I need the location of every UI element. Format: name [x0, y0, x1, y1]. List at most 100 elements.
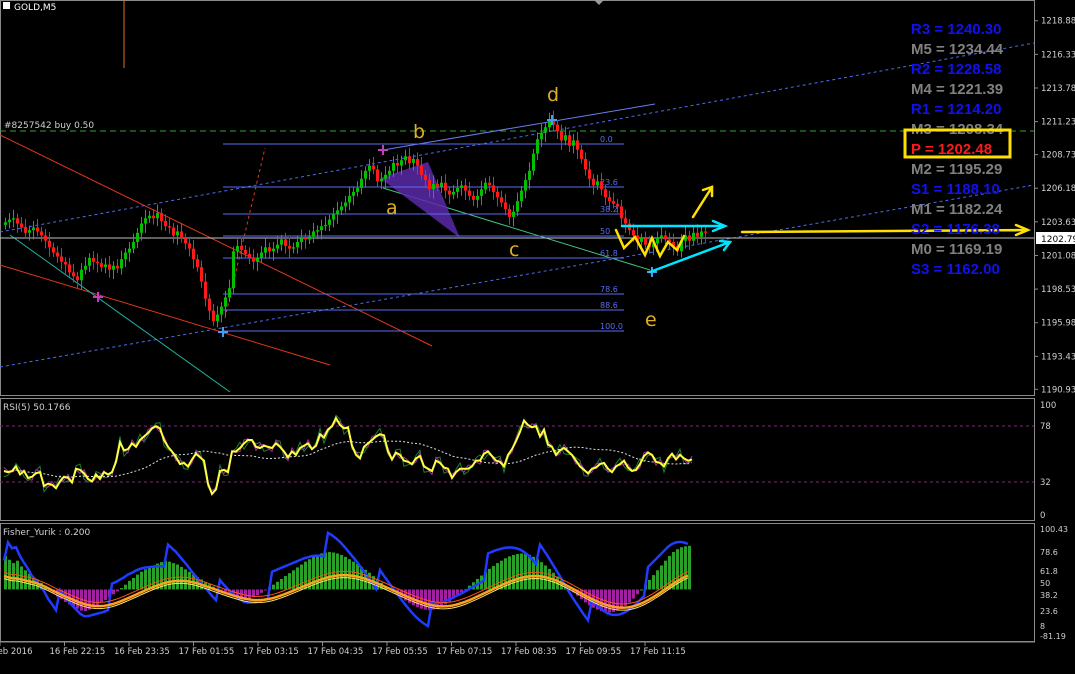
- fisher-tick: 100.43: [1040, 525, 1068, 534]
- price-chart[interactable]: 0.023.638.25061.878.688.6100.0 a b c d e…: [0, 0, 1075, 670]
- scroll-marker-icon[interactable]: [594, 0, 604, 5]
- time-tick-label: 17 Feb 11:15: [630, 647, 686, 657]
- pivot-level-label: P = 1202.48: [911, 141, 992, 158]
- candle-body: [12, 218, 15, 219]
- candle-body: [640, 238, 643, 242]
- time-tick-label: 16 Feb 22:15: [50, 647, 106, 657]
- fisher-bar: [168, 562, 171, 590]
- fisher-bar: [680, 547, 683, 589]
- candle-body: [128, 249, 131, 253]
- chart-menu-icon[interactable]: [3, 2, 10, 9]
- fisher-bar: [256, 589, 259, 595]
- candle-body: [472, 196, 475, 200]
- fisher-bar: [632, 589, 635, 598]
- fisher-bar: [520, 553, 523, 589]
- candle-body: [20, 224, 23, 228]
- fisher-bar: [416, 589, 419, 607]
- candle-body: [420, 166, 423, 175]
- fisher-tick: 78.6: [1040, 548, 1058, 557]
- candle-body: [444, 183, 447, 191]
- fisher-bar: [640, 589, 643, 590]
- up-arrow-icon: [693, 187, 712, 217]
- fisher-tick: 61.8: [1040, 567, 1058, 576]
- candle-body: [108, 264, 111, 269]
- candle-body: [52, 247, 55, 252]
- candle-body: [516, 201, 519, 212]
- candle-body: [612, 201, 615, 204]
- candle-body: [336, 210, 339, 214]
- candle-body: [460, 185, 463, 188]
- candle-body: [40, 231, 43, 235]
- candle-body: [132, 242, 135, 249]
- pivot-level-label: M1 = 1182.24: [911, 201, 1003, 218]
- candle-body: [212, 311, 215, 322]
- candle-body: [428, 180, 431, 189]
- candle-body: [568, 135, 571, 146]
- candle-body: [236, 246, 239, 251]
- candle-body: [540, 133, 543, 140]
- candle-body: [500, 197, 503, 202]
- price-tick-label: 1203.63: [1041, 218, 1075, 228]
- fisher-tick: 23.6: [1040, 607, 1058, 616]
- fisher-bar: [652, 575, 655, 589]
- candle-body: [96, 262, 99, 263]
- candle-body: [536, 139, 539, 154]
- candle-body: [388, 171, 391, 175]
- fisher-bar: [112, 589, 115, 594]
- candle-body: [412, 159, 415, 163]
- candle-body: [436, 184, 439, 187]
- fisher-bar: [648, 580, 651, 590]
- time-tick-label: 17 Feb 09:55: [566, 647, 622, 657]
- candle-body: [144, 218, 147, 223]
- pivot-level-label: M4 = 1221.39: [911, 81, 1003, 98]
- candle-body: [396, 163, 399, 166]
- candle-body: [352, 192, 355, 196]
- fisher-bar: [296, 567, 299, 589]
- candle-body: [136, 233, 139, 242]
- candle-body: [276, 245, 279, 249]
- fib-level-label: 78.6: [600, 285, 618, 294]
- candle-body: [124, 253, 127, 260]
- candle-body: [148, 216, 151, 219]
- rsi-main-line: [4, 418, 692, 494]
- candle-body: [28, 230, 31, 233]
- fisher-tick: 8: [1040, 622, 1045, 631]
- candle-body: [304, 238, 307, 239]
- rsi-label: RSI(5) 50.1766: [3, 403, 71, 413]
- candle-body: [196, 259, 199, 267]
- candle-body: [184, 238, 187, 243]
- candle-body: [208, 299, 211, 311]
- candle-body: [36, 228, 39, 232]
- pivot-level-label: R3 = 1240.30: [911, 21, 1002, 38]
- fisher-bar: [688, 546, 691, 590]
- chart-window[interactable]: 0.023.638.25061.878.688.6100.0 a b c d e…: [0, 0, 1075, 670]
- candle-body: [404, 156, 407, 160]
- time-axis: 6 Feb 201616 Feb 22:1516 Feb 23:3517 Feb…: [0, 642, 686, 657]
- candle-body: [704, 231, 707, 232]
- candle-body: [504, 202, 507, 209]
- fisher-bar: [332, 553, 335, 590]
- fisher-bar: [324, 553, 327, 590]
- candle-body: [172, 228, 175, 236]
- candle-body: [588, 169, 591, 178]
- candle-body: [448, 191, 451, 195]
- candle-body: [156, 213, 159, 218]
- candle-body: [76, 276, 79, 280]
- fisher-bar: [180, 567, 183, 590]
- candle-body: [372, 166, 375, 170]
- candle-body: [580, 150, 583, 159]
- fisher-bar: [440, 589, 443, 606]
- candle-body: [260, 253, 263, 258]
- candle-body: [596, 181, 599, 185]
- fisher-bar: [412, 589, 415, 605]
- fisher-bar: [316, 555, 319, 590]
- candle-body: [248, 254, 251, 258]
- candle-body: [176, 231, 179, 235]
- fisher-bar: [132, 578, 135, 590]
- candle-body: [384, 175, 387, 179]
- candle-body: [512, 212, 515, 217]
- candle-body: [60, 257, 63, 262]
- price-tick-label: 1201.08: [1041, 251, 1075, 261]
- candle-body: [16, 218, 19, 223]
- candle-body: [152, 216, 155, 219]
